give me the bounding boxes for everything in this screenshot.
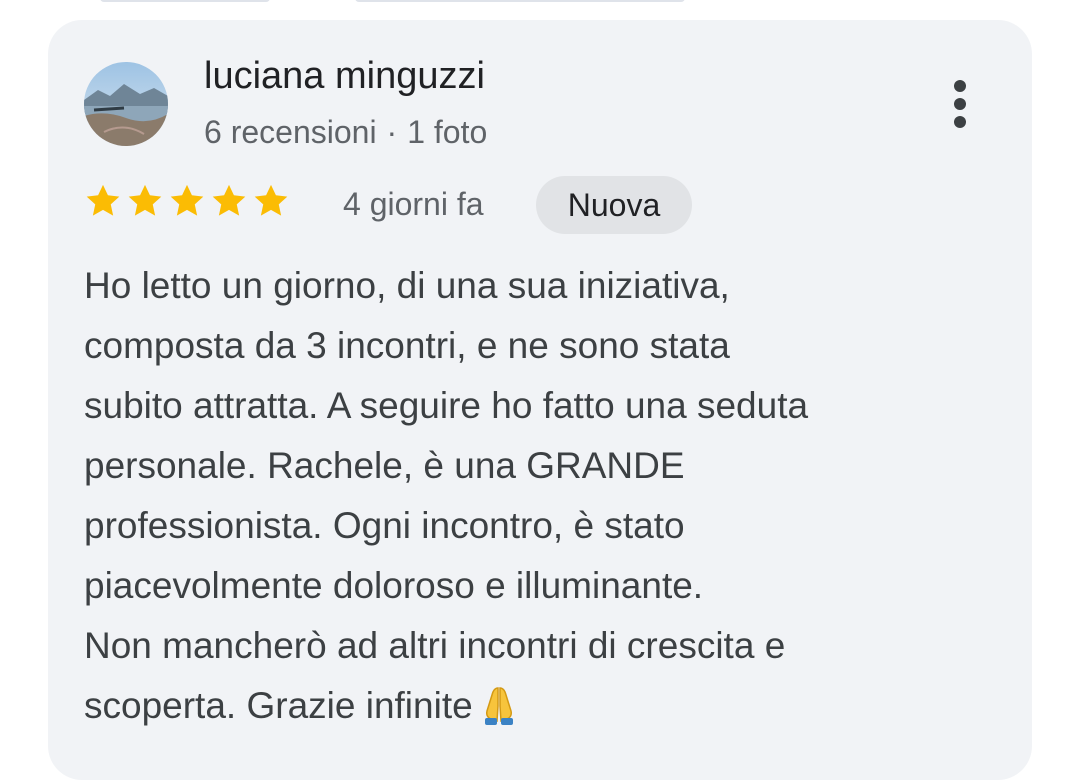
landscape-photo-avatar [84,62,168,146]
new-badge: Nuova [536,176,692,234]
review-text-line: Ho letto un giorno, di una sua iniziativ… [84,265,730,306]
top-tab-right [355,0,685,2]
review-text-line: subito attratta. A seguire ho fatto una … [84,385,809,426]
folded-hands-icon [484,687,513,725]
more-vert-icon-dot-2 [954,98,966,110]
star-icon [170,184,204,216]
star-icon [212,184,246,216]
meta-separator: · [386,114,398,150]
more-vert-icon-dot-3 [954,116,966,128]
review-text-line: piacevolmente doloroso e illuminante. [84,565,704,606]
more-options-button[interactable] [938,74,982,134]
review-text: Ho letto un giorno, di una sua iniziativ… [84,256,994,736]
more-vert-icon-dot-1 [954,80,966,92]
review-date: 4 giorni fa [343,186,484,222]
photo-count: 1 foto [407,114,488,150]
star-icon [128,184,162,216]
review-text-last-line: scoperta. Grazie infinite [84,676,994,736]
review-text-line: scoperta. Grazie infinite [84,685,473,726]
review-count: 6 recensioni [204,114,377,150]
star-rating [84,178,294,224]
review-text-line: Non mancherò ad altri incontri di cresci… [84,625,786,666]
review-text-line: composta da 3 incontri, e ne sono stata [84,325,730,366]
avatar[interactable] [84,62,168,146]
top-tab-left [100,0,270,2]
star-icon [254,184,288,216]
review-text-line: personale. Rachele, è una GRANDE [84,445,685,486]
star-icon [86,184,120,216]
review-text-line: professionista. Ogni incontro, è stato [84,505,685,546]
author-meta: 6 recensioni · 1 foto [204,111,487,153]
author-name[interactable]: luciana minguzzi [204,52,485,100]
